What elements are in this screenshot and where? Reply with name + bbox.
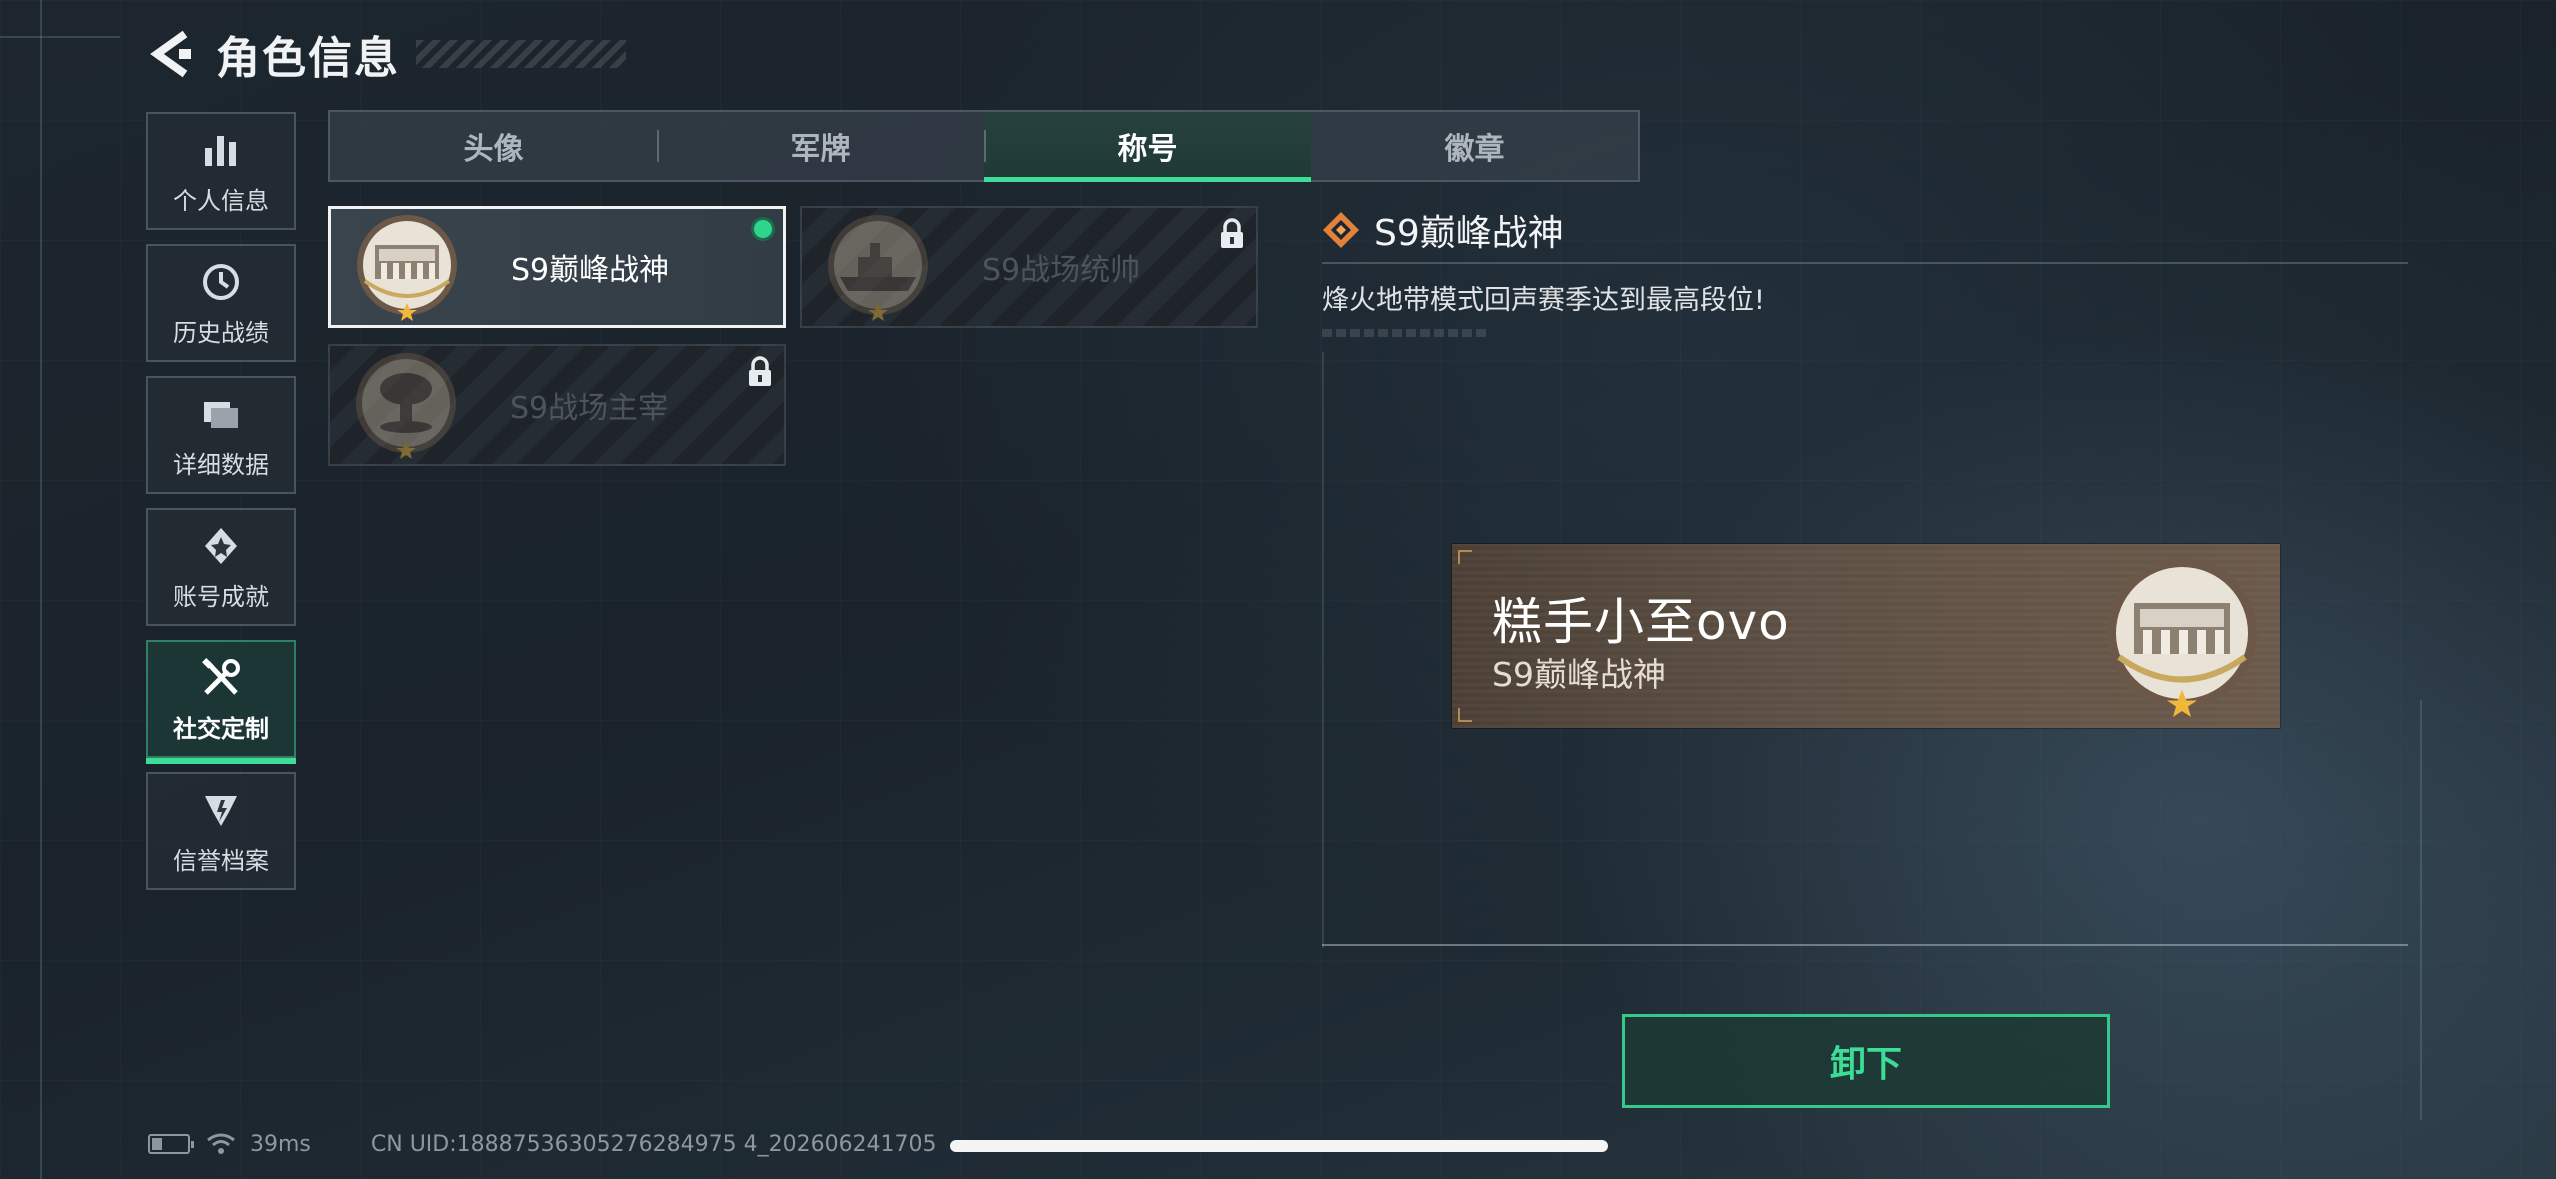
sidebar-item-social-customization[interactable]: 社交定制 [146,640,296,764]
player-name: 糕手小至ovo [1492,593,1790,651]
page-title: 角色信息 [216,33,400,84]
detail-title: S9巅峰战神 [1374,213,1564,254]
sidebar-item-label: 账号成就 [173,582,269,611]
diamond-rank-icon [1323,212,1359,248]
title-card-s9-battlefield-commander[interactable]: S9战场统帅 [800,206,1258,328]
title-card-s9-peak-warlord[interactable]: S9巅峰战神 [328,206,786,328]
unequip-button[interactable]: 卸下 [1622,1014,2110,1108]
back-button[interactable] [146,24,196,84]
sidebar-item-label: 详细数据 [173,450,269,479]
tools-icon [198,655,244,701]
battery-icon [148,1134,194,1154]
deco-line [0,36,120,38]
shield-badge-icon [198,787,244,833]
sidebar-item-label: 历史战绩 [173,318,269,347]
detail-description: 烽火地带模式回声赛季达到最高段位! [1322,285,1765,316]
tab-title[interactable]: 称号 [984,112,1311,182]
bar-chart-icon [198,127,244,173]
ping-value: 39ms [250,1131,311,1157]
lock-icon [1221,218,1243,248]
faint-text-decoration [1322,329,1490,337]
sidebar-item-match-history[interactable]: 历史战绩 [146,244,296,362]
equipped-indicator [751,217,775,241]
monument-emblem-icon [2107,558,2257,717]
sidebar-item-personal-info[interactable]: 个人信息 [146,112,296,230]
corner-decoration [1458,550,1472,564]
wifi-icon [207,1133,235,1154]
mushroom-cloud-emblem-icon [356,353,456,459]
sidebar-item-label: 个人信息 [173,186,269,215]
player-uid: CN UID:18887536305276284975 4_2026062417… [370,1131,937,1157]
divider [1322,944,2408,946]
header: 角色信息 [146,22,626,86]
title-card-s9-battlefield-dominator[interactable]: S9战场主宰 [328,344,786,466]
tab-avatar[interactable]: 头像 [330,112,657,180]
divider [1322,262,2408,264]
home-indicator[interactable] [950,1140,1608,1152]
corner-decoration [1458,708,1472,722]
sidebar-item-label: 信誉档案 [173,846,269,875]
category-tabs: 头像 军牌 称号 徽章 [328,110,1640,182]
sidebar: 个人信息 历史战绩 详细数据 账号成就 社交定制 信誉档案 [146,112,296,904]
lock-icon [749,356,771,386]
title-card-label: S9巅峰战神 [511,253,670,288]
tab-badge[interactable]: 徽章 [1311,112,1638,180]
deco-line [40,0,42,1179]
folder-icon [198,391,244,437]
warship-emblem-icon [828,215,928,321]
clock-icon [198,259,244,305]
sidebar-item-label: 社交定制 [173,714,269,743]
deco-line [2420,700,2422,1120]
sidebar-item-achievements[interactable]: 账号成就 [146,508,296,626]
back-arrow-icon [150,30,191,78]
nameplate-preview: 糕手小至ovo S9巅峰战神 [1452,544,2280,728]
status-footer: 39ms CN UID:18887536305276284975 4_20260… [148,1128,937,1160]
medal-icon [198,523,244,569]
sidebar-item-credit-record[interactable]: 信誉档案 [146,772,296,890]
tab-dog-tag[interactable]: 军牌 [657,112,984,180]
title-detail-panel: S9巅峰战神 烽火地带模式回声赛季达到最高段位! [1322,200,2408,337]
battery-level [152,1138,162,1150]
title-card-label: S9战场统帅 [982,253,1141,288]
sidebar-item-detailed-data[interactable]: 详细数据 [146,376,296,494]
monument-emblem-icon [357,215,457,321]
nameplate-title: S9巅峰战神 [1492,655,1666,694]
title-decoration [416,40,626,68]
title-card-label: S9战场主宰 [510,391,669,426]
